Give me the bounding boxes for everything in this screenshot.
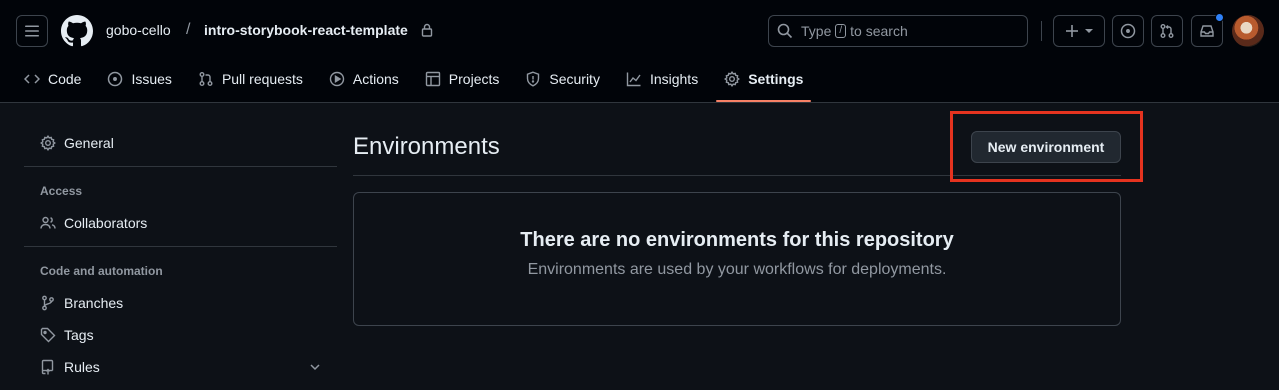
sidebar-item-rules[interactable]: Rules (24, 351, 337, 383)
search-input[interactable]: Type / to search (768, 15, 1028, 47)
tab-settings-label: Settings (748, 71, 804, 87)
lock-icon (421, 23, 433, 37)
sidebar-item-general-label: General (64, 135, 114, 151)
play-icon (329, 71, 345, 87)
sidebar-item-general[interactable]: General (24, 127, 337, 159)
search-placeholder-prefix: Type (801, 23, 832, 39)
tab-insights[interactable]: Insights (618, 62, 706, 96)
tag-icon (40, 327, 56, 343)
create-new-button[interactable] (1053, 15, 1105, 47)
sidebar-item-tags[interactable]: Tags (24, 319, 337, 351)
repo-owner-link[interactable]: gobo-cello (106, 22, 171, 38)
repo-name-link[interactable]: intro-storybook-react-template (204, 22, 408, 38)
sidebar-heading-code-automation: Code and automation (40, 264, 163, 278)
tab-actions-label: Actions (352, 71, 399, 87)
tab-issues-label: Issues (131, 71, 172, 87)
sidebar-divider (24, 166, 337, 167)
empty-state-description: Environments are used by your workflows … (527, 261, 947, 278)
sidebar-item-branches-label: Branches (64, 295, 124, 311)
repo-push-icon (41, 359, 54, 375)
tab-code-label: Code (48, 71, 82, 87)
gear-icon (724, 71, 741, 87)
tab-projects[interactable]: Projects (417, 62, 508, 96)
search-icon (777, 23, 793, 39)
graph-icon (626, 72, 641, 87)
sidebar-item-tags-label: Tags (64, 327, 94, 343)
new-environment-button[interactable]: New environment (971, 131, 1121, 163)
header-divider (1041, 21, 1042, 41)
sidebar-item-collaborators[interactable]: Collaborators (24, 207, 337, 239)
notification-dot (1215, 13, 1224, 22)
sidebar-item-collaborators-label: Collaborators (64, 215, 148, 231)
hamburger-icon (25, 25, 39, 37)
tab-security[interactable]: Security (517, 62, 608, 96)
menu-button[interactable] (16, 15, 48, 47)
git-pull-request-icon (199, 72, 213, 86)
empty-state: There are no environments for this repos… (353, 192, 1121, 326)
app-header: gobo-cello / intro-storybook-react-templ… (0, 0, 1279, 103)
breadcrumb-separator: / (186, 21, 191, 38)
inbox-icon (1200, 25, 1214, 37)
issue-opened-icon (1120, 23, 1136, 39)
issue-opened-icon (108, 71, 123, 87)
sidebar-heading-access: Access (40, 184, 83, 198)
sidebar-divider (24, 246, 337, 247)
search-shortcut-key: / (835, 24, 847, 38)
github-logo-icon[interactable] (61, 15, 93, 47)
tab-security-label: Security (549, 71, 600, 87)
tab-pull-requests-label: Pull requests (221, 71, 303, 87)
code-icon (24, 74, 40, 84)
tab-insights-label: Insights (649, 71, 699, 87)
chevron-down-icon[interactable] (309, 361, 321, 373)
sidebar-item-rules-label: Rules (64, 359, 100, 375)
people-icon (40, 216, 56, 229)
plus-icon (1066, 25, 1078, 37)
user-avatar[interactable] (1232, 15, 1264, 47)
triangle-down-icon (1085, 29, 1093, 33)
shield-icon (527, 71, 540, 87)
git-pull-request-icon (1160, 24, 1174, 38)
empty-state-title: There are no environments for this repos… (520, 229, 954, 251)
table-icon (425, 71, 440, 87)
tab-projects-label: Projects (448, 71, 500, 87)
page-title: Environments (353, 133, 500, 160)
pull-requests-button[interactable] (1151, 15, 1183, 47)
tab-issues[interactable]: Issues (99, 62, 179, 96)
git-branch-icon (42, 295, 54, 311)
tab-code[interactable]: Code (16, 62, 89, 96)
tab-pull-requests[interactable]: Pull requests (190, 62, 311, 96)
gear-icon (40, 135, 56, 151)
search-placeholder-suffix: to search (850, 23, 908, 39)
sidebar-item-branches[interactable]: Branches (24, 287, 337, 319)
tab-settings[interactable]: Settings (716, 62, 812, 102)
tab-actions[interactable]: Actions (321, 62, 407, 96)
repo-nav: Code Issues Pull requests Actions Projec… (16, 62, 821, 102)
issues-button[interactable] (1112, 15, 1144, 47)
